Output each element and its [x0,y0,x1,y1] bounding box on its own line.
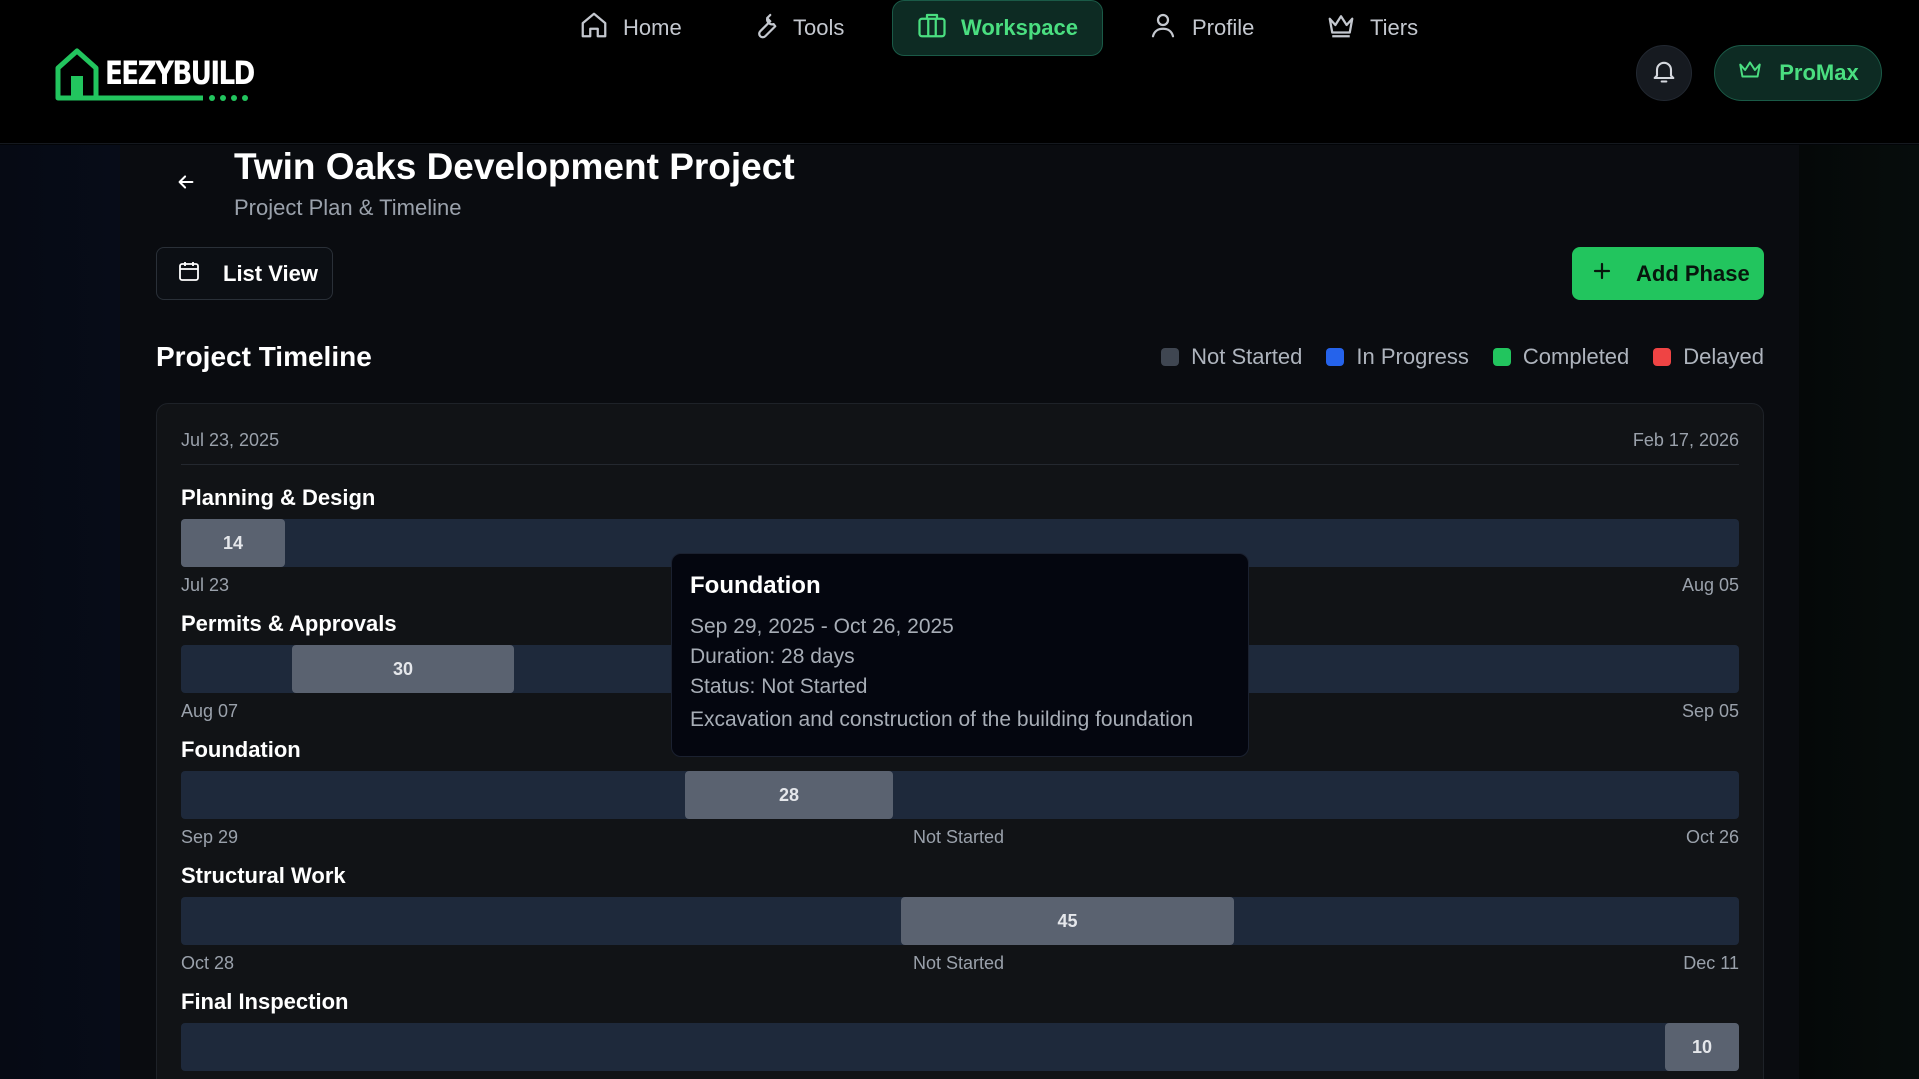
nav-workspace[interactable]: Workspace [892,0,1103,56]
notifications-button[interactable] [1636,45,1692,101]
timeline-range-end: Feb 17, 2026 [1632,430,1739,450]
phase-start-date: Aug 07 [181,701,239,721]
legend-label: In Progress [1356,344,1469,369]
phase-end-date: Oct 26 [1685,827,1739,847]
phase-bar-foundation[interactable]: 28 [685,771,893,819]
list-view-button[interactable]: List View [156,247,333,300]
tooltip-duration: Duration: 28 days [690,645,855,668]
tooltip-title: Foundation [690,572,821,599]
phase-track: 45 [181,897,1739,945]
page-title: Twin Oaks Development Project [234,146,795,187]
legend-in-progress: In Progress [1326,344,1469,370]
phase-name: Final Inspection [181,989,349,1014]
nav-home-label: Home [623,15,682,40]
phase-duration: 30 [392,658,414,679]
timeline-range-start: Jul 23, 2025 [181,430,280,450]
legend-delayed: Delayed [1653,344,1764,370]
phase-status: Not Started [913,953,1005,973]
nav-home[interactable]: Home [555,0,706,56]
phase-status: Not Started [913,827,1005,847]
phase-bar-final-inspection[interactable]: 10 [1665,1023,1739,1071]
user-icon [1148,10,1178,46]
phase-bar-structural-work[interactable]: 45 [901,897,1234,945]
arrow-left-icon [175,171,197,198]
tooltip-description: Excavation and construction of the build… [690,708,1194,731]
tooltip-status: Status: Not Started [690,675,868,698]
phase-name: Planning & Design [181,485,376,510]
timeline-section-title: Project Timeline [156,341,372,372]
phase-start-date: Jul 23 [181,575,230,595]
phase-bar-planning-design[interactable]: 14 [181,519,285,567]
legend-not-started: Not Started [1161,344,1302,370]
legend-swatch [1492,348,1511,366]
page-gutter-right [1799,145,1919,1079]
nav-tiers[interactable]: Tiers [1302,0,1442,56]
home-icon [579,10,609,46]
wrench-icon [749,10,779,46]
briefcase-icon [917,10,947,46]
crown-icon [1737,57,1763,89]
eezybuild-logo[interactable]: EEZYBUILD [55,46,255,104]
phase-track: 28 [181,771,1739,819]
crown-icon [1326,10,1356,46]
phase-name: Foundation [181,737,301,762]
logo-wordmark: EEZYBUILD [105,54,255,92]
back-button[interactable] [170,168,202,200]
phase-bar-permits-approvals[interactable]: 30 [292,645,514,693]
legend-completed: Completed [1492,344,1630,370]
page-gutter-left [0,145,120,1079]
nav-profile-label: Profile [1192,15,1255,40]
nav-tiers-label: Tiers [1370,15,1419,40]
nav-profile[interactable]: Profile [1124,0,1278,56]
phase-duration: 28 [778,784,800,805]
page-subtitle: Project Plan & Timeline [234,195,462,220]
list-view-label: List View [223,260,318,286]
plus-icon [1590,259,1614,289]
plan-badge-button[interactable]: ProMax [1714,45,1882,101]
phase-tooltip: Foundation Sep 29, 2025 - Oct 26, 2025 D… [671,553,1249,757]
phase-duration: 45 [1057,910,1078,931]
add-phase-button[interactable]: Add Phase [1572,247,1764,300]
legend-label: Not Started [1191,344,1303,369]
top-navigation-bar: EEZYBUILD Home Tools Workspace Profile T… [0,0,1919,144]
nav-tools-label: Tools [793,15,845,40]
phase-end-date: Sep 05 [1681,701,1739,721]
tooltip-dates: Sep 29, 2025 - Oct 26, 2025 [690,615,954,638]
plan-label: ProMax [1779,60,1859,85]
legend-label: Completed [1522,344,1630,369]
phase-start-date: Sep 29 [181,827,239,847]
phase-name: Structural Work [181,863,346,888]
phase-duration: 10 [1691,1036,1713,1057]
nav-tools[interactable]: Tools [725,0,868,56]
bell-icon [1650,57,1678,90]
add-phase-label: Add Phase [1636,260,1750,286]
phase-name: Permits & Approvals [181,611,397,636]
nav-workspace-label: Workspace [961,15,1078,40]
legend-swatch [1326,348,1345,366]
calendar-icon [177,259,201,289]
status-legend: Not Started In Progress Completed Delaye… [1161,344,1764,370]
phase-end-date: Dec 11 [1683,953,1739,973]
legend-label: Delayed [1683,344,1764,369]
timeline-divider [181,464,1739,465]
legend-swatch [1161,348,1180,366]
phase-end-date: Aug 05 [1681,575,1739,595]
phase-track: 10 [181,1023,1739,1071]
phase-duration: 14 [222,532,244,553]
legend-swatch [1653,348,1672,366]
phase-start-date: Oct 28 [181,953,235,973]
